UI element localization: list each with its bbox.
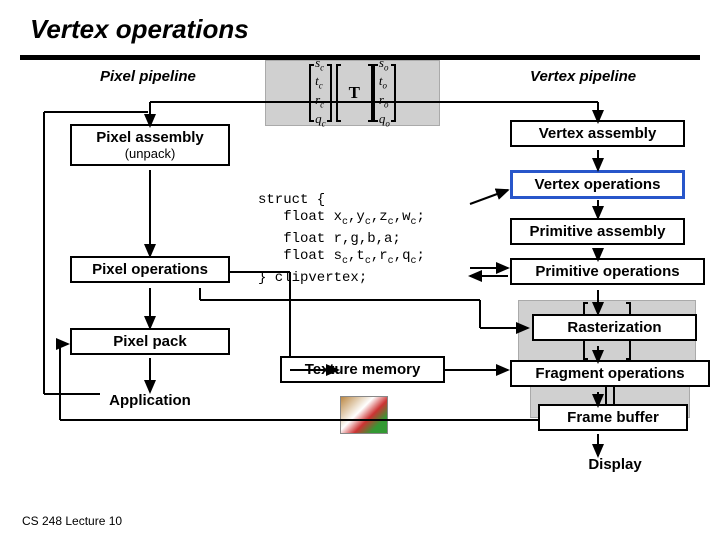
struct-code: struct { float xc,yc,zc,wc; float r,g,b,… [258, 192, 425, 287]
slide-title: Vertex operations [0, 0, 720, 49]
matrix-equation-top: sctcrcqc T sotoroqo [265, 60, 440, 126]
diagram-area: Pixel pipeline Vertex pipeline sctcrcqc … [0, 60, 720, 480]
pixel-operations-box: Pixel operations [70, 256, 230, 283]
pixel-pipeline-label: Pixel pipeline [100, 68, 196, 85]
vertex-pipeline-label: Vertex pipeline [530, 68, 636, 85]
footer-text: CS 248 Lecture 10 [22, 514, 122, 528]
vertex-assembly-box: Vertex assembly [510, 120, 685, 147]
pixel-assembly-label: Pixel assembly [78, 129, 222, 146]
primitive-assembly-box: Primitive assembly [510, 218, 685, 245]
primitive-operations-box: Primitive operations [510, 258, 705, 285]
display-label: Display [540, 456, 690, 473]
application-label: Application [70, 392, 230, 409]
frame-buffer-box: Frame buffer [538, 404, 688, 431]
sample-image [340, 396, 388, 434]
pixel-assembly-sublabel: (unpack) [78, 146, 222, 161]
pixel-pack-box: Pixel pack [70, 328, 230, 355]
pixel-assembly-box: Pixel assembly (unpack) [70, 124, 230, 166]
vertex-operations-box: Vertex operations [510, 170, 685, 199]
rasterization-box: Rasterization [532, 314, 697, 341]
texture-memory-box: Texture memory [280, 356, 445, 383]
fragment-operations-box: Fragment operations [510, 360, 710, 387]
